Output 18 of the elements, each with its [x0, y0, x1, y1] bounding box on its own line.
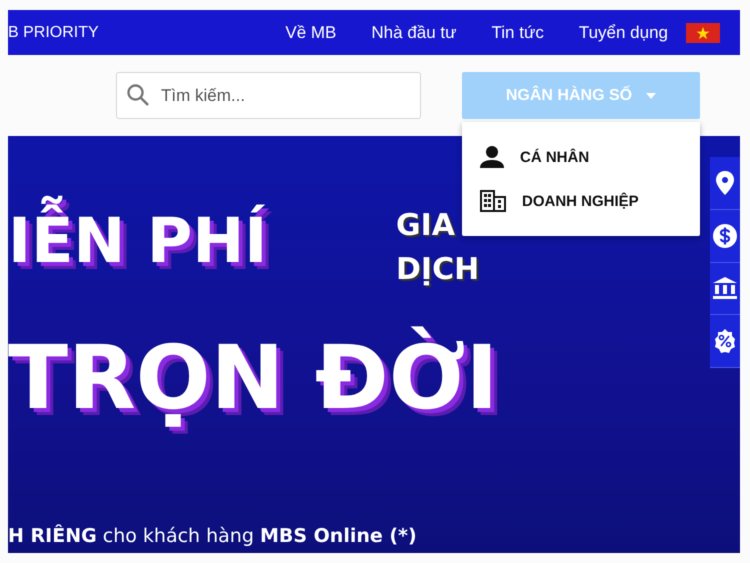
bank-icon: [713, 277, 737, 300]
banner-headline: TRỌN ĐỜI: [8, 325, 500, 431]
location-pin-icon: [715, 170, 735, 195]
nav-link[interactable]: Về MB: [285, 22, 336, 42]
banner-headline: IỄN PHÍ: [8, 188, 280, 299]
caret-icon: [646, 92, 656, 98]
nav-link[interactable]: Nhà đầu tư: [371, 22, 457, 42]
dollar-icon: [713, 224, 737, 248]
search-field[interactable]: Tìm kiếm...: [116, 72, 421, 119]
brand-name[interactable]: B PRIORITY: [8, 24, 99, 42]
nav-link[interactable]: Tin tức: [492, 22, 544, 42]
menu-item[interactable]: CÁ NHÂN: [462, 146, 700, 168]
building-icon: [480, 190, 506, 212]
banner-footnote: H RIÊNG cho khách hàng MBS Online (*): [8, 525, 417, 547]
person-icon: [480, 146, 504, 168]
nav-link[interactable]: Tuyển dụng: [578, 22, 668, 42]
percent-badge-icon: [713, 329, 737, 354]
flag-icon[interactable]: [686, 22, 720, 42]
